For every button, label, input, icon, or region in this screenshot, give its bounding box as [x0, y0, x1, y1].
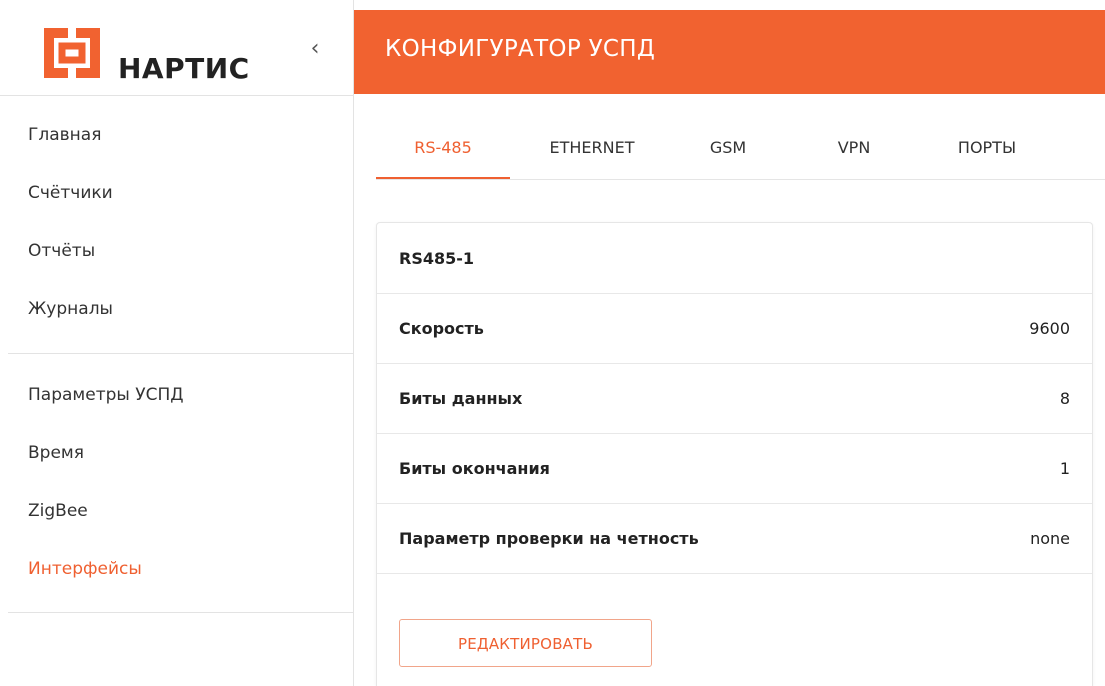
sidebar-item-uspd-params[interactable]: Параметры УСПД: [0, 366, 353, 424]
row-value: 9600: [1029, 319, 1070, 338]
sidebar-item-meters[interactable]: Счётчики: [0, 164, 353, 222]
sidebar-divider: [8, 612, 353, 613]
page-title: КОНФИГУРАТОР УСПД: [385, 36, 656, 62]
tab-rs485[interactable]: RS-485: [376, 118, 510, 179]
nav-group-settings: Параметры УСПД Время ZigBee Интерфейсы: [0, 366, 353, 598]
row-label: Параметр проверки на четность: [399, 529, 699, 548]
tab-ports[interactable]: ПОРТЫ: [932, 118, 1042, 179]
sidebar-item-logs[interactable]: Журналы: [0, 280, 353, 338]
row-value: 1: [1059, 459, 1070, 478]
rs485-settings-card: RS485-1 Скорость 9600 Биты данных 8 Биты…: [376, 222, 1093, 686]
row-value: none: [1030, 529, 1070, 548]
tab-gsm[interactable]: GSM: [688, 118, 768, 179]
edit-button[interactable]: РЕДАКТИРОВАТЬ: [399, 619, 652, 667]
app-window: НАРТИС ‹ Главная Счётчики Отчёты Журналы…: [0, 0, 1105, 686]
settings-row-speed: Скорость 9600: [377, 294, 1092, 364]
row-label: Биты окончания: [399, 459, 550, 478]
interface-tabs: RS-485 ETHERNET GSM VPN ПОРТЫ: [376, 118, 1105, 180]
tab-ethernet[interactable]: ETHERNET: [518, 118, 666, 179]
brand-name: НАРТИС: [118, 52, 250, 85]
settings-list: Скорость 9600 Биты данных 8 Биты окончан…: [377, 294, 1092, 574]
app-header: КОНФИГУРАТОР УСПД: [354, 10, 1105, 94]
row-value: 8: [1059, 389, 1070, 408]
sidebar-item-time[interactable]: Время: [0, 424, 353, 482]
tab-vpn[interactable]: VPN: [816, 118, 892, 179]
logo-area: НАРТИС ‹: [0, 0, 353, 96]
card-title: RS485-1: [377, 223, 1092, 294]
sidebar-item-reports[interactable]: Отчёты: [0, 222, 353, 280]
sidebar-item-home[interactable]: Главная: [0, 106, 353, 164]
sidebar-item-interfaces[interactable]: Интерфейсы: [0, 540, 353, 598]
sidebar-item-zigbee[interactable]: ZigBee: [0, 482, 353, 540]
sidebar-divider: [8, 353, 353, 354]
settings-row-stop-bits: Биты окончания 1: [377, 434, 1092, 504]
chevron-left-icon[interactable]: ‹: [304, 36, 326, 62]
settings-row-parity: Параметр проверки на четность none: [377, 504, 1092, 574]
nav-group-main: Главная Счётчики Отчёты Журналы: [0, 106, 353, 338]
row-label: Скорость: [399, 319, 484, 338]
sidebar: НАРТИС ‹ Главная Счётчики Отчёты Журналы…: [0, 0, 354, 686]
row-label: Биты данных: [399, 389, 523, 408]
nartis-logo-icon: [44, 28, 100, 78]
settings-row-data-bits: Биты данных 8: [377, 364, 1092, 434]
